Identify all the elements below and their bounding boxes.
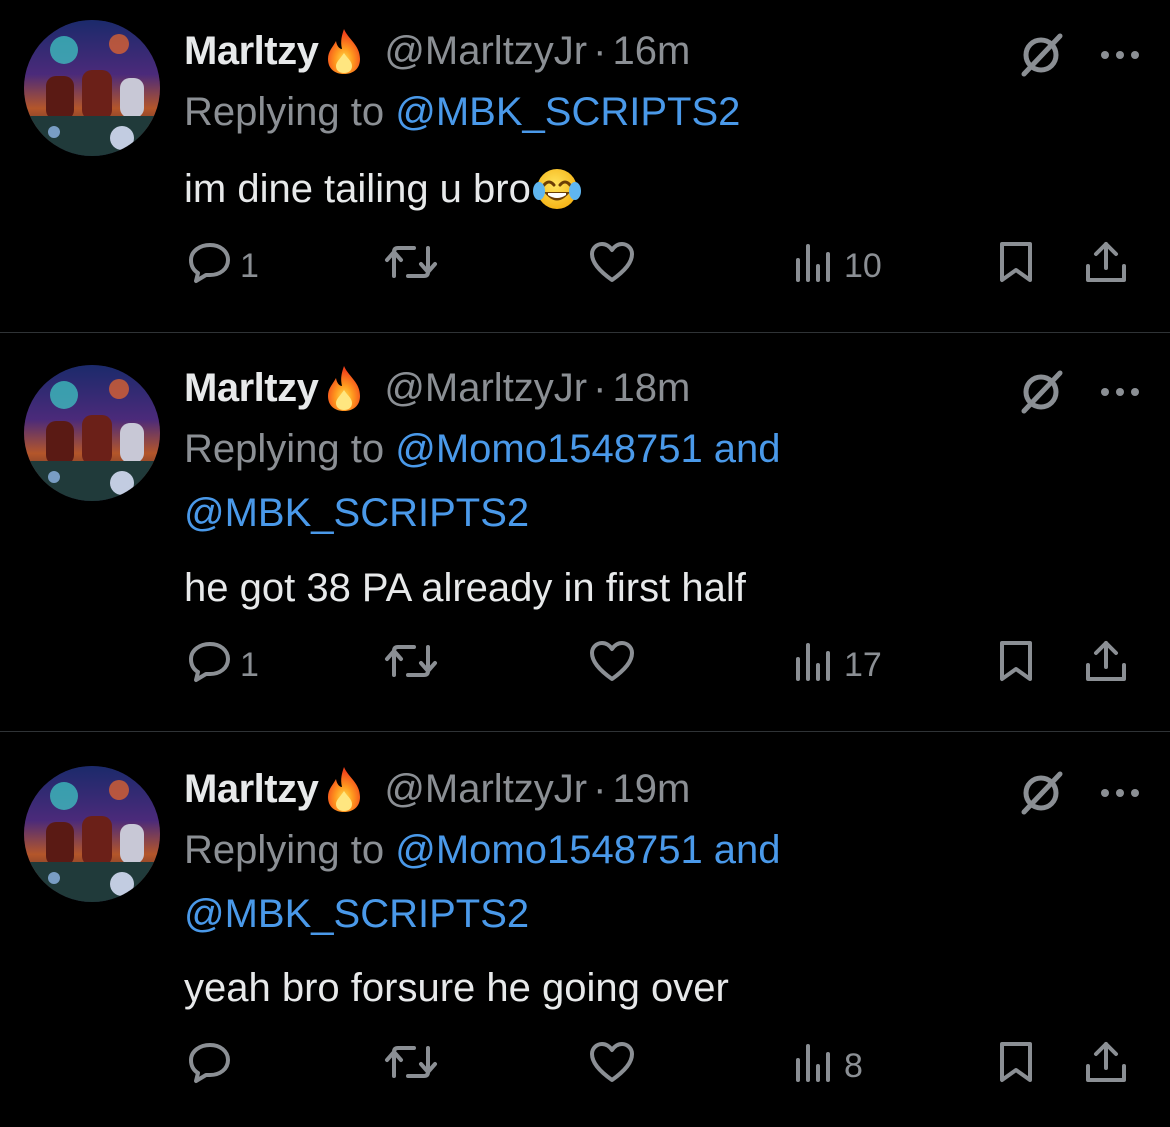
fire-emoji-icon	[322, 364, 366, 412]
mention-link[interactable]: @MBK_SCRIPTS2	[395, 90, 740, 134]
like-button[interactable]	[588, 635, 644, 695]
like-icon	[588, 1040, 636, 1093]
tweet-text: yeah bro forsure he going over	[184, 963, 729, 1013]
avatar-image	[24, 20, 160, 156]
bookmark-icon	[996, 639, 1036, 692]
avatar[interactable]	[24, 766, 160, 902]
mention-link[interactable]: @Momo1548751 and	[395, 828, 780, 872]
user-handle[interactable]: @MarltzyJr	[384, 26, 587, 76]
separator-dot: ·	[593, 366, 607, 410]
tweet-actions: 1	[184, 635, 1144, 695]
bookmark-button[interactable]	[996, 635, 1036, 695]
bookmark-icon	[996, 1040, 1036, 1093]
grok-icon[interactable]	[1016, 30, 1066, 85]
views-icon	[792, 1040, 836, 1093]
share-button[interactable]	[1084, 635, 1128, 695]
tweet-actions: 8	[184, 1036, 1144, 1096]
display-name[interactable]: Marltzy	[184, 363, 319, 413]
grok-icon[interactable]	[1016, 367, 1066, 422]
replying-to: Replying to @Momo1548751 and @MBK_SCRIPT…	[184, 818, 944, 946]
share-button[interactable]	[1084, 236, 1128, 296]
user-handle[interactable]: @MarltzyJr	[384, 363, 587, 413]
replying-prefix: Replying to	[184, 828, 396, 872]
tweet-text-content: yeah bro forsure he going over	[184, 966, 729, 1010]
display-name[interactable]: Marltzy	[184, 764, 319, 814]
reply-icon	[188, 240, 232, 293]
reply-button[interactable]: 1	[188, 236, 259, 296]
avatar[interactable]	[24, 365, 160, 501]
avatar-image	[24, 365, 160, 501]
tweet-timestamp[interactable]: 19m	[612, 764, 690, 814]
tweet-text: im dine tailing u bro	[184, 164, 581, 214]
share-icon	[1084, 240, 1128, 293]
mention-link[interactable]: @Momo1548751 and	[395, 427, 780, 471]
views-button[interactable]: 17	[792, 635, 882, 695]
replying-prefix: Replying to	[184, 90, 396, 134]
reply-button[interactable]: 1	[188, 635, 259, 695]
retweet-button[interactable]	[384, 635, 446, 695]
tweet-text: he got 38 PA already in first half	[184, 563, 746, 613]
share-icon	[1084, 1040, 1128, 1093]
user-handle[interactable]: @MarltzyJr	[384, 764, 587, 814]
avatar[interactable]	[24, 20, 160, 156]
face-with-tears-of-joy-icon	[532, 165, 581, 213]
replying-to: Replying to @Momo1548751 and @MBK_SCRIPT…	[184, 417, 944, 545]
view-count: 10	[844, 246, 882, 285]
retweet-button[interactable]	[384, 1036, 446, 1096]
share-icon	[1084, 639, 1128, 692]
replying-to: Replying to @MBK_SCRIPTS2	[184, 80, 944, 144]
like-button[interactable]	[588, 1036, 644, 1096]
display-name[interactable]: Marltzy	[184, 26, 319, 76]
retweet-icon	[384, 1040, 438, 1093]
views-button[interactable]: 8	[792, 1036, 863, 1096]
views-icon	[792, 240, 836, 293]
tweet[interactable]: Marltzy @MarltzyJr · 19m Replying to @Mo…	[0, 732, 1170, 1127]
mention-link[interactable]: @MBK_SCRIPTS2	[184, 892, 529, 936]
like-icon	[588, 240, 636, 293]
views-button[interactable]: 10	[792, 236, 882, 296]
more-icon[interactable]	[1100, 786, 1140, 805]
tweet-text-content: he got 38 PA already in first half	[184, 566, 746, 610]
bookmark-button[interactable]	[996, 1036, 1036, 1096]
tweet-text-content: im dine tailing u bro	[184, 167, 531, 211]
reply-count: 1	[240, 246, 259, 285]
tweet-timestamp[interactable]: 16m	[612, 26, 690, 76]
grok-icon[interactable]	[1016, 768, 1066, 823]
tweet-actions: 1	[184, 236, 1144, 296]
reply-count: 1	[240, 645, 259, 684]
tweet-timestamp[interactable]: 18m	[612, 363, 690, 413]
like-button[interactable]	[588, 236, 644, 296]
share-button[interactable]	[1084, 1036, 1128, 1096]
bookmark-icon	[996, 240, 1036, 293]
retweet-button[interactable]	[384, 236, 446, 296]
separator-dot: ·	[593, 29, 607, 73]
fire-emoji-icon	[322, 27, 366, 75]
view-count: 8	[844, 1046, 863, 1085]
reply-icon	[188, 1040, 232, 1093]
views-icon	[792, 639, 836, 692]
tweet[interactable]: Marltzy @MarltzyJr · 18m Replying to @Mo…	[0, 333, 1170, 731]
more-icon[interactable]	[1100, 385, 1140, 404]
tweet[interactable]: Marltzy @MarltzyJr · 16m Replying to @MB…	[0, 0, 1170, 332]
retweet-icon	[384, 240, 438, 293]
view-count: 17	[844, 645, 882, 684]
more-icon[interactable]	[1100, 48, 1140, 67]
retweet-icon	[384, 639, 438, 692]
fire-emoji-icon	[322, 765, 366, 813]
reply-icon	[188, 639, 232, 692]
avatar-image	[24, 766, 160, 902]
separator-dot: ·	[593, 767, 607, 811]
mention-link[interactable]: @MBK_SCRIPTS2	[184, 491, 529, 535]
reply-button[interactable]	[188, 1036, 240, 1096]
like-icon	[588, 639, 636, 692]
replying-prefix: Replying to	[184, 427, 396, 471]
bookmark-button[interactable]	[996, 236, 1036, 296]
